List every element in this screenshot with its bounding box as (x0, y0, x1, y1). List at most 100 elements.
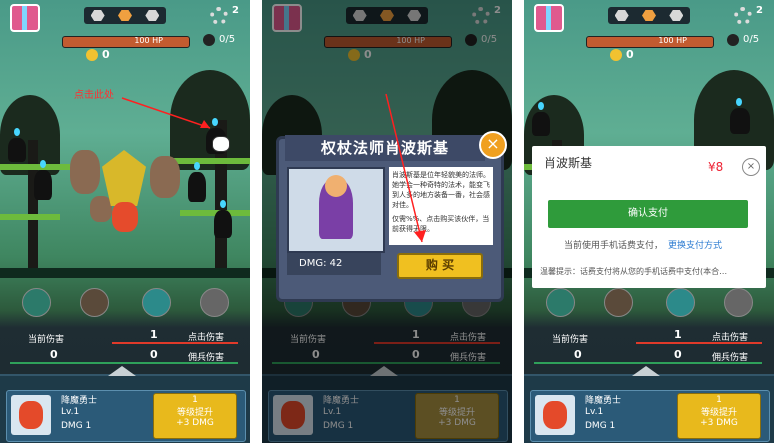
tree-trunk (28, 140, 38, 270)
hint-arrow-icon (121, 97, 211, 129)
change-payment-link[interactable]: 更换支付方式 (668, 238, 722, 251)
hero-level: Lv.1 (61, 407, 80, 417)
skill-feather-icon[interactable] (546, 288, 575, 317)
enemy-hp-bar: 100 HP (586, 36, 714, 48)
level-up-button[interactable]: 1 等级提升 +3 DMG (153, 393, 237, 439)
damage-stats: 当前伤害 0 1 点击伤害 0 佣兵伤害 (524, 322, 774, 367)
current-damage-value: 0 (574, 348, 582, 361)
skill-locked-icon[interactable] (604, 288, 633, 317)
upgrade-cost: 1 (716, 395, 722, 405)
mage-dmg: DMG: 42 (287, 253, 381, 275)
hp-text: 100 HP (134, 36, 163, 45)
damage-stats: 当前伤害 0 1 点击伤害 0 佣兵伤害 (0, 322, 250, 367)
grass-ledge (172, 158, 250, 164)
skill-skull-icon[interactable] (200, 288, 229, 317)
skill-skull-icon[interactable] (724, 288, 753, 317)
stage-hex-icon (90, 10, 105, 21)
payment-method-text: 当前使用手机话费支付， (564, 241, 664, 251)
gear-icon[interactable] (734, 7, 752, 25)
close-icon[interactable]: × (742, 158, 760, 176)
level-badge: 2 (756, 5, 763, 16)
mercenary-damage-value: 0 (150, 348, 158, 361)
hero-name: 降魔勇士 (585, 396, 622, 406)
skill-wolf-icon[interactable] (142, 288, 171, 317)
hero-dmg: DMG 1 (61, 421, 92, 431)
tap-hint-text: 点击此处 (74, 90, 114, 101)
locked-mercenary[interactable] (730, 98, 750, 134)
game-screen-3: 2 100 HP 0/5 0 当前伤害 0 1 点击伤害 0 佣兵伤害 降魔勇士… (524, 0, 774, 443)
mercenary-damage-value: 0 (674, 348, 682, 361)
stage-hex-icon (669, 10, 684, 21)
mercenary-damage-line (10, 362, 238, 364)
stage-progress: 2 (84, 5, 239, 24)
upgrade-bonus: +3 DMG (176, 418, 214, 428)
tap-damage-value: 1 (150, 328, 158, 341)
game-screen-1: 2 100 HP 0/5 0 点击此处 当前伤害 0 1 点击伤害 0 佣兵伤害… (0, 0, 250, 443)
stage-progress: 2 (608, 5, 763, 24)
stage-hex-current-icon (641, 10, 656, 21)
close-icon[interactable]: × (479, 131, 507, 159)
hero-card: 降魔勇士 Lv.1 DMG 1 1 等级提升 +3 DMG (6, 390, 246, 442)
level-badge: 2 (232, 5, 239, 16)
payment-price: ¥8 (708, 160, 724, 174)
payment-item-title: 肖波斯基 (544, 156, 593, 170)
mage-head (325, 175, 347, 197)
ground (0, 268, 250, 278)
demon-icon (727, 34, 739, 46)
current-damage-value: 0 (50, 348, 58, 361)
locked-mercenary[interactable] (214, 200, 232, 238)
hero-card: 降魔勇士 Lv.1 DMG 1 1 等级提升 +3 DMG (530, 390, 770, 442)
hero-panel: 降魔勇士 Lv.1 DMG 1 1 等级提升 +3 DMG (0, 366, 250, 443)
level-up-button[interactable]: 1 等级提升 +3 DMG (677, 393, 761, 439)
hp-text: 100 HP (658, 36, 687, 45)
coin-icon (610, 49, 622, 61)
upgrade-label: 等级提升 (700, 408, 737, 418)
current-damage-label: 当前伤害 (552, 335, 589, 345)
tap-damage-value: 1 (674, 328, 682, 341)
boulder (70, 150, 100, 194)
coin-count: 0 (626, 48, 634, 61)
stage-hex-current-icon (117, 10, 132, 21)
upgrade-cost: 1 (192, 395, 198, 405)
confirm-payment-button[interactable]: 确认支付 (548, 200, 748, 228)
grass-ledge (0, 164, 70, 170)
gift-box-icon[interactable] (10, 4, 40, 32)
locked-mercenary[interactable] (188, 162, 206, 202)
hero-panel: 降魔勇士 Lv.1 DMG 1 1 等级提升 +3 DMG (524, 366, 774, 443)
payment-sheet: 肖波斯基 ¥8 × 确认支付 当前使用手机话费支付， 更换支付方式 温馨提示：话… (532, 146, 766, 288)
avatar (535, 395, 575, 435)
mage-portrait (287, 167, 385, 253)
coin-count: 0 (102, 48, 110, 61)
locked-mercenary[interactable] (34, 160, 52, 200)
skill-wolf-icon[interactable] (666, 288, 695, 317)
gear-icon[interactable] (210, 7, 228, 25)
expand-arrow-icon[interactable] (108, 366, 136, 376)
coin-icon (86, 49, 98, 61)
upgrade-bonus: +3 DMG (700, 418, 738, 428)
enemy-count: 0/5 (219, 34, 236, 45)
boulder (150, 156, 180, 198)
payment-warning: 温馨提示：话费支付将从您的手机话费中支付(本合… (540, 267, 728, 276)
grass-ledge (0, 214, 60, 220)
stage-hex-icon (145, 10, 160, 21)
hero-character (112, 202, 138, 232)
tap-damage-line (636, 342, 762, 344)
skill-bar (524, 288, 774, 318)
expand-arrow-icon[interactable] (632, 366, 660, 376)
skill-bar (0, 288, 250, 318)
locked-mercenary[interactable] (8, 128, 26, 162)
hero-name: 降魔勇士 (61, 396, 98, 406)
game-screen-2: 2 100 HP 0/5 0 当前伤害 0 1 点击伤害 0 佣兵伤害 降魔勇士… (262, 0, 512, 443)
avatar (11, 395, 51, 435)
current-damage-label: 当前伤害 (28, 335, 65, 345)
boulder (90, 196, 112, 222)
buy-button[interactable]: 购 买 (397, 253, 483, 279)
upgrade-label: 等级提升 (176, 408, 213, 418)
skill-feather-icon[interactable] (22, 288, 51, 317)
gift-box-icon[interactable] (534, 4, 564, 32)
locked-mercenary[interactable] (532, 102, 550, 136)
tap-damage-line (112, 342, 238, 344)
hero-level: Lv.1 (585, 407, 604, 417)
enemy-hp-bar: 100 HP (62, 36, 190, 48)
skill-locked-icon[interactable] (80, 288, 109, 317)
